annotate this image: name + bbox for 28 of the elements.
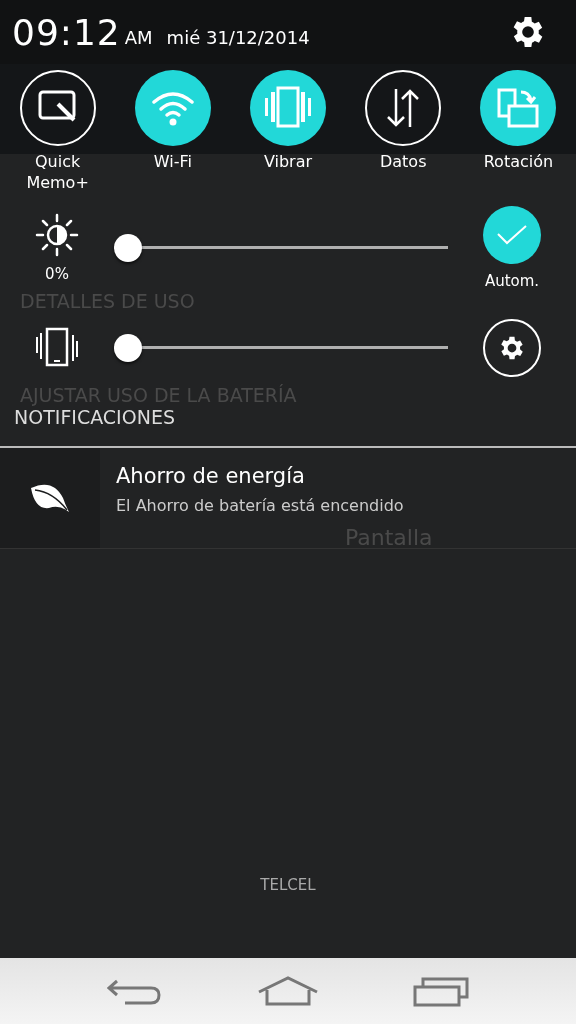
recent-apps-button[interactable] — [413, 975, 469, 1007]
home-button[interactable] — [257, 976, 319, 1006]
vibrating-phone-icon — [265, 86, 311, 130]
carrier-name: TELCEL — [260, 876, 316, 894]
auto-label: Autom. — [484, 272, 540, 290]
clock-time: 09:12 — [12, 11, 121, 53]
quick-toggle-button[interactable] — [19, 70, 96, 146]
vibrating-phone-icon — [35, 327, 79, 369]
quick-toggle-button[interactable] — [365, 70, 442, 146]
date-text: mié 31/12/2014 — [166, 26, 311, 48]
toggle-label: Vibrar — [263, 152, 313, 173]
check-icon — [496, 224, 528, 246]
brightness-reading: 0% — [45, 265, 69, 283]
toggle-label: Datos — [379, 152, 427, 173]
leaf-icon — [29, 482, 71, 514]
notification-text: El Ahorro de batería está encendido — [116, 496, 404, 515]
brightness-icon — [35, 213, 79, 257]
toggle-label: Quick Memo+ — [25, 152, 90, 194]
wifi-icon — [150, 90, 195, 126]
toggle-label: Wi-Fi — [153, 152, 192, 173]
auto-brightness-button[interactable] — [483, 206, 541, 264]
slider-thumb[interactable] — [114, 234, 142, 262]
clock-meridiem: AM — [124, 26, 153, 48]
sound-settings-button[interactable] — [483, 319, 541, 377]
notification-title[interactable]: Ahorro de energía — [116, 464, 404, 488]
slider-thumb[interactable] — [114, 334, 142, 362]
toggle-label: Rotación — [483, 152, 554, 173]
rotation-icon — [497, 88, 540, 128]
